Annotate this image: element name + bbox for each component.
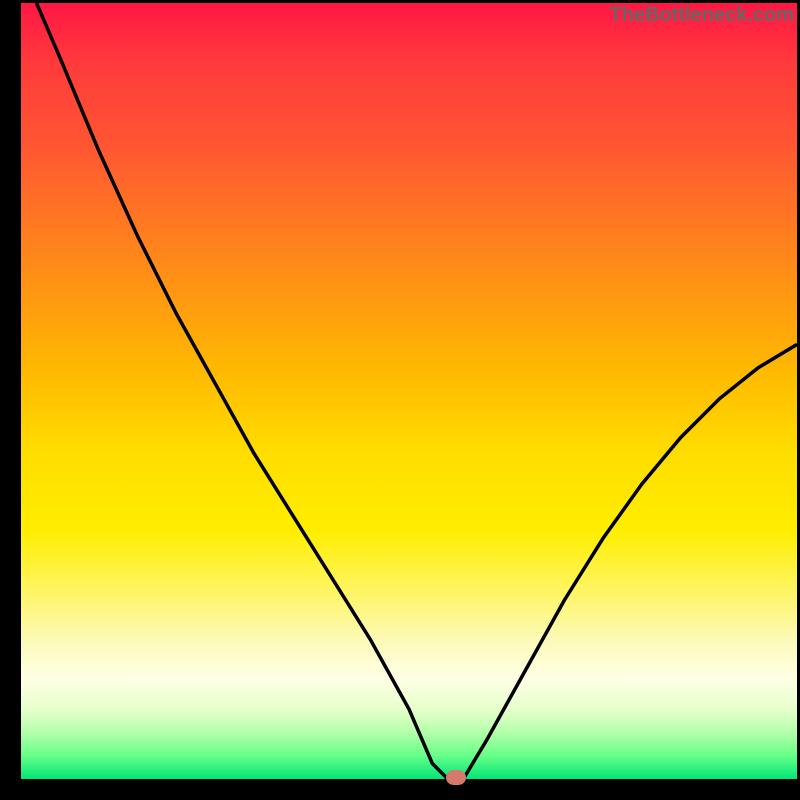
watermark-text: TheBottleneck.com <box>610 4 794 27</box>
optimal-point-marker <box>446 770 466 785</box>
bottleneck-curve <box>21 3 797 779</box>
